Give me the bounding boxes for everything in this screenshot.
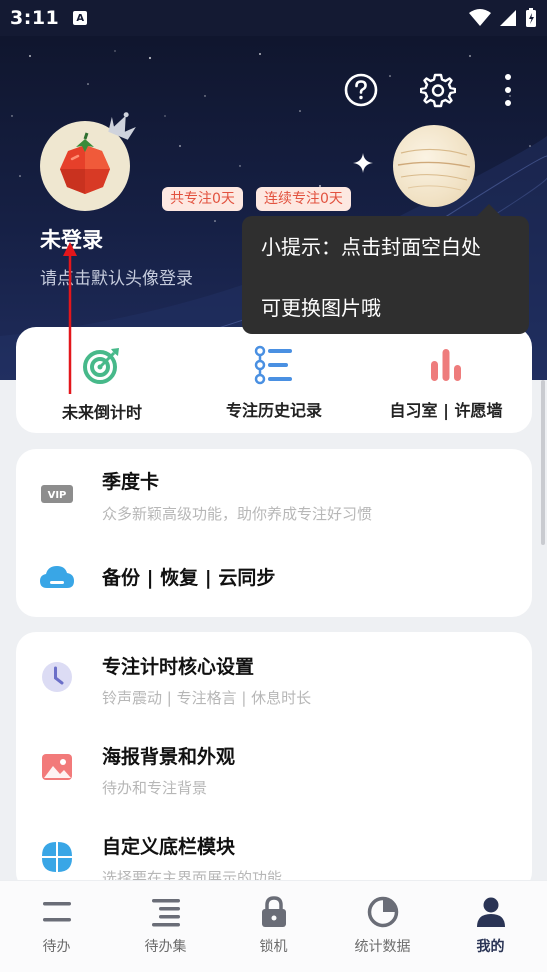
image-icon (42, 754, 72, 780)
row-title: 自定义底栏模块 (102, 836, 236, 858)
row-title: 海报背景和外观 (102, 746, 236, 768)
list-icon (254, 345, 292, 385)
red-annotation-arrow (63, 242, 77, 394)
cloud-icon (40, 566, 74, 588)
clock-icon (42, 662, 72, 692)
lock-icon (261, 896, 286, 927)
season-card-row[interactable]: VIP 季度卡 众多新颖高级功能，助你养成专注好习惯 (16, 449, 532, 539)
streak-focus-days-badge: 连续专注0天 (256, 187, 351, 211)
cover-tip-tooltip[interactable]: 小提示：点击封面空白处 可更换图片哦 (242, 204, 529, 334)
poster-background-row[interactable]: 海报背景和外观 待办和专注背景 (16, 722, 532, 812)
nav-item-mine[interactable]: 我的 (436, 881, 545, 972)
row-subtitle: 铃声震动 | 专注格言 | 休息时长 (102, 689, 312, 707)
quick-action-study-room[interactable]: 自习室 | 许愿墙 (360, 327, 532, 433)
gear-icon[interactable] (420, 72, 456, 108)
target-icon (83, 348, 119, 384)
settings-card: 专注计时核心设置 铃声震动 | 专注格言 | 休息时长 海报背景和外观 待办和专… (16, 632, 532, 892)
nav-item-todo[interactable]: 待办 (2, 881, 111, 972)
tooltip-line-2: 可更换图片哦 (261, 296, 381, 320)
sparkle-icon (353, 153, 373, 173)
pie-chart-icon (367, 896, 398, 928)
crown-icon (108, 112, 136, 140)
quick-action-label: 专注历史记录 (225, 401, 322, 420)
total-focus-days-badge: 共专注0天 (162, 187, 243, 211)
vip-icon: VIP (41, 485, 73, 503)
nav-label: 我的 (476, 939, 505, 955)
nav-label: 待办集 (144, 939, 187, 955)
row-title: 备份 | 恢复 | 云同步 (102, 567, 276, 589)
signal-icon (500, 10, 516, 26)
todo-icon (42, 902, 71, 922)
nav-item-statistics[interactable]: 统计数据 (328, 881, 437, 972)
row-subtitle: 众多新颖高级功能，助你养成专注好习惯 (102, 505, 373, 523)
quick-action-countdown[interactable]: 未来倒计时 (16, 327, 188, 433)
vip-label: VIP (48, 490, 67, 501)
status-bar: 3:11 A (0, 0, 547, 36)
nav-item-todo-set[interactable]: 待办集 (111, 881, 220, 972)
nav-label: 统计数据 (354, 939, 411, 955)
person-icon (476, 897, 505, 927)
nav-label: 锁机 (259, 939, 288, 955)
backup-sync-row[interactable]: 备份 | 恢复 | 云同步 (16, 539, 532, 617)
status-right-icons (469, 8, 537, 28)
nav-label: 待办 (42, 939, 71, 955)
quick-actions-card: 未来倒计时 专注历史记录 自习室 | 许愿墙 (16, 327, 532, 433)
row-title: 专注计时核心设置 (102, 656, 255, 678)
quick-action-label: 未来倒计时 (61, 403, 142, 422)
tooltip-line-1: 小提示：点击封面空白处 (261, 235, 481, 259)
focus-core-settings-row[interactable]: 专注计时核心设置 铃声震动 | 专注格言 | 休息时长 (16, 632, 532, 722)
bar-chart-icon (431, 349, 461, 381)
nav-item-lock[interactable]: 锁机 (219, 881, 328, 972)
cover-planet-image (393, 125, 475, 207)
wifi-icon (469, 9, 491, 26)
bottom-navigation: 待办 待办集 锁机 统计数据 我的 (0, 880, 547, 972)
row-title: 季度卡 (102, 471, 160, 493)
clover-icon (42, 842, 72, 872)
quick-action-label: 自习室 | 许愿墙 (389, 401, 503, 420)
scrollbar-thumb[interactable] (541, 380, 545, 545)
membership-card: VIP 季度卡 众多新颖高级功能，助你养成专注好习惯 备份 | 恢复 | 云同步 (16, 449, 532, 617)
row-subtitle: 待办和专注背景 (102, 779, 208, 797)
quick-action-focus-history[interactable]: 专注历史记录 (188, 327, 360, 433)
help-icon[interactable] (343, 72, 379, 108)
battery-icon (526, 8, 536, 27)
status-time: 3:11 (10, 7, 60, 29)
todo-set-icon (151, 899, 180, 927)
more-vertical-icon[interactable] (490, 72, 526, 108)
keyboard-notification-icon: A (73, 11, 88, 25)
